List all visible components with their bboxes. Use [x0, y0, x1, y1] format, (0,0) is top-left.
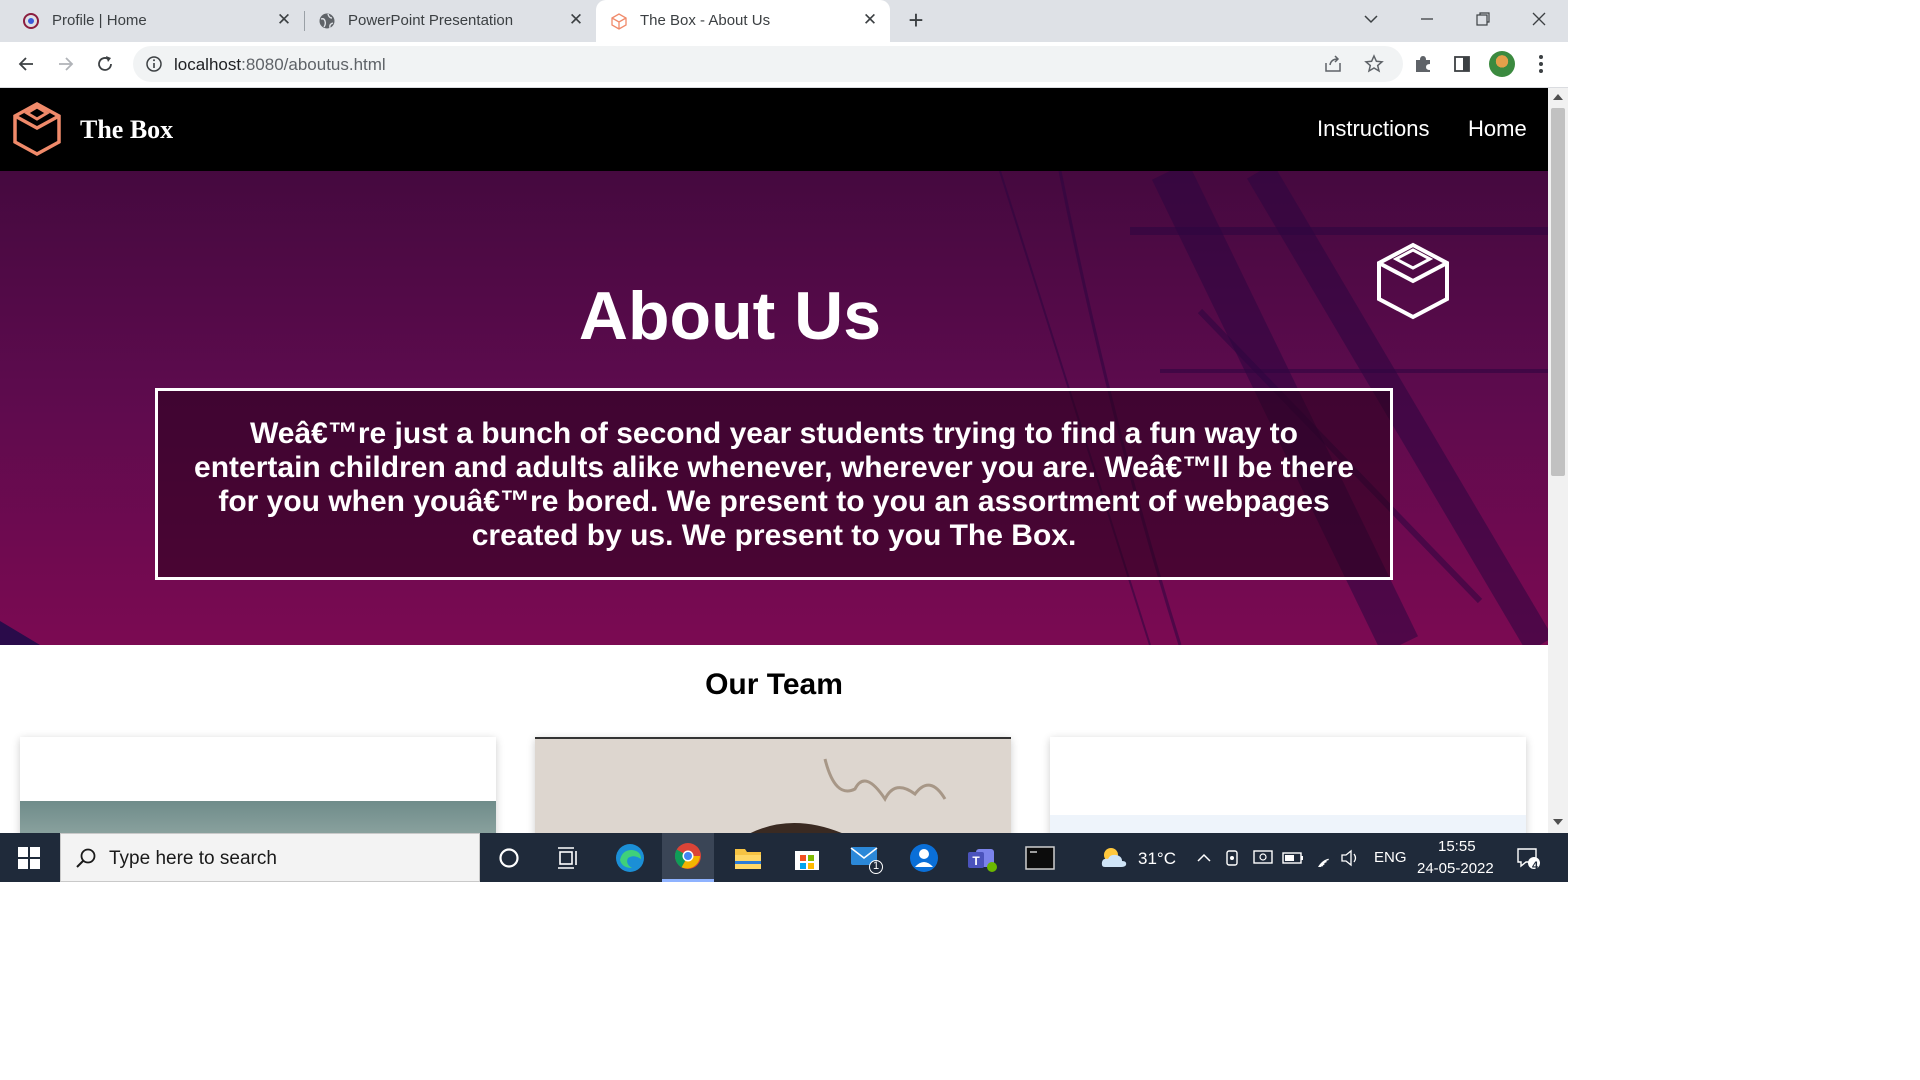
scrollbar-thumb[interactable]	[1551, 108, 1565, 476]
about-text: Weâ€™re just a bunch of second year stud…	[194, 417, 1354, 552]
battery-icon[interactable]	[1281, 833, 1305, 882]
wifi-icon[interactable]	[1311, 833, 1335, 882]
site-info-icon[interactable]	[145, 55, 163, 73]
url-text: localhost:8080/aboutus.html	[174, 55, 386, 75]
close-window-icon[interactable]	[1524, 6, 1554, 32]
new-tab-button[interactable]: +	[904, 7, 928, 33]
globe-icon	[319, 13, 335, 29]
about-text-box: Weâ€™re just a bunch of second year stud…	[155, 388, 1393, 580]
tab-title: The Box - About Us	[640, 12, 771, 29]
svg-text:T: T	[972, 854, 980, 868]
file-explorer-icon[interactable]	[722, 833, 774, 882]
show-hidden-icons-chevron-icon[interactable]	[1194, 833, 1214, 882]
team-member-card	[1050, 737, 1526, 833]
tab-title: PowerPoint Presentation	[348, 12, 514, 29]
terminal-icon[interactable]	[1014, 833, 1066, 882]
restore-icon[interactable]	[1468, 6, 1498, 32]
nav-link-instructions[interactable]: Instructions	[1317, 116, 1430, 142]
mail-icon[interactable]: 1	[840, 833, 892, 882]
team-member-photo	[1050, 815, 1526, 833]
clock-time[interactable]: 15:55	[1438, 838, 1476, 855]
search-placeholder: Type here to search	[109, 848, 277, 869]
box-favicon-icon	[611, 13, 627, 30]
scroll-up-arrow-icon[interactable]	[1553, 94, 1563, 100]
azure-data-studio-icon[interactable]	[898, 833, 950, 882]
team-section-title: Our Team	[705, 668, 843, 701]
forward-arrow-icon[interactable]	[53, 51, 79, 77]
back-arrow-icon[interactable]	[13, 51, 39, 77]
notifications-icon[interactable]: 4	[1510, 833, 1546, 882]
close-tab-icon[interactable]: ✕	[274, 10, 294, 30]
teams-icon[interactable]: T	[956, 833, 1008, 882]
language-indicator[interactable]: ENG	[1374, 849, 1407, 866]
tab-powerpoint-presentation[interactable]: PowerPoint Presentation ✕	[296, 0, 596, 42]
browser-toolbar: localhost:8080/aboutus.html	[0, 42, 1568, 88]
mail-badge: 1	[873, 860, 880, 872]
profile-avatar[interactable]	[1489, 51, 1515, 77]
share-icon[interactable]	[1323, 55, 1343, 73]
nav-link-home[interactable]: Home	[1468, 116, 1527, 142]
tab-the-box-about-us[interactable]: The Box - About Us ✕	[596, 0, 890, 42]
reload-icon[interactable]	[92, 51, 118, 77]
page-title: About Us	[578, 278, 882, 354]
task-view-icon[interactable]	[543, 833, 593, 882]
url-host: localhost	[174, 55, 242, 74]
camera-icon[interactable]	[1222, 833, 1244, 882]
edge-browser-icon[interactable]	[605, 833, 655, 882]
team-member-card	[535, 737, 1011, 833]
box-logo-icon[interactable]	[10, 98, 64, 156]
browser-menu-icon[interactable]	[1528, 51, 1554, 77]
display-icon[interactable]	[1251, 833, 1275, 882]
taskbar-search-box[interactable]: Type here to search	[60, 833, 480, 882]
cortana-icon[interactable]	[484, 833, 534, 882]
tab-search-chevron-icon[interactable]	[1356, 6, 1386, 32]
hero-section: About Us Weâ€™re just a bunch of second …	[0, 171, 1548, 645]
bookmark-star-icon[interactable]	[1364, 54, 1384, 74]
tab-profile-home[interactable]: Profile | Home ✕	[0, 0, 304, 42]
brand-name[interactable]: The Box	[80, 115, 173, 145]
minimize-icon[interactable]	[1412, 6, 1442, 32]
weather-cloud-sun-icon[interactable]	[1096, 833, 1132, 882]
extensions-puzzle-icon[interactable]	[1410, 51, 1436, 77]
scroll-down-arrow-icon[interactable]	[1553, 819, 1563, 825]
url-path: :8080/aboutus.html	[241, 55, 386, 74]
profile-favicon-icon	[23, 13, 39, 29]
microsoft-store-icon[interactable]	[781, 833, 833, 882]
tab-strip: Profile | Home ✕ PowerPoint Presentation…	[0, 0, 1568, 42]
page-viewport: The Box Instructions Home About Us Weâ€™…	[0, 88, 1548, 833]
team-member-card	[20, 737, 496, 833]
weather-temperature[interactable]: 31°C	[1138, 849, 1176, 869]
windows-start-icon[interactable]	[0, 833, 58, 882]
search-icon	[76, 848, 96, 868]
tab-title: Profile | Home	[52, 12, 147, 29]
volume-icon[interactable]	[1338, 833, 1362, 882]
notification-badge: 4	[1532, 860, 1539, 872]
team-member-photo	[535, 739, 1011, 833]
team-member-photo	[20, 801, 496, 833]
chrome-taskbar-icon[interactable]	[662, 833, 714, 882]
address-bar[interactable]: localhost:8080/aboutus.html	[133, 46, 1403, 82]
close-tab-icon[interactable]: ✕	[566, 10, 586, 30]
clock-date[interactable]: 24-05-2022	[1417, 860, 1494, 877]
close-tab-icon[interactable]: ✕	[860, 10, 880, 30]
page-scrollbar[interactable]	[1548, 88, 1568, 833]
side-panel-icon[interactable]	[1449, 51, 1475, 77]
site-navbar: The Box Instructions Home	[0, 88, 1548, 171]
windows-taskbar: Type here to search 1 T 31°C ENG 15:55 2…	[0, 833, 1568, 882]
